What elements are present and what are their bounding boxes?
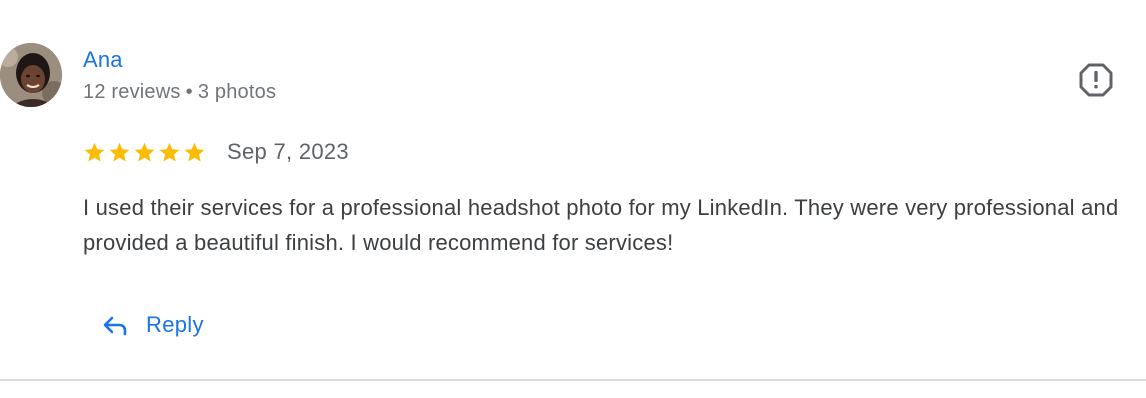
review-card: Ana 12 reviews • 3 photos Sep 7, 2023 I us…	[0, 0, 1146, 398]
rating-row: Sep 7, 2023	[83, 138, 349, 166]
star-icon	[184, 142, 205, 162]
star-icon	[134, 142, 155, 162]
photo-count[interactable]: 3 photos	[198, 81, 276, 103]
reply-arrow-icon	[103, 316, 127, 336]
report-flag-button[interactable]	[1078, 62, 1114, 98]
star-icon	[159, 142, 180, 162]
star-rating	[83, 141, 206, 164]
report-flag-icon	[1079, 63, 1113, 97]
reply-button[interactable]: Reply	[96, 302, 208, 348]
divider	[0, 379, 1146, 381]
review-text: I used their services for a professional…	[83, 195, 1119, 255]
avatar-image	[0, 43, 62, 107]
meta-separator: •	[185, 81, 193, 103]
author-name[interactable]: Ana	[83, 47, 123, 73]
review-date: Sep 7, 2023	[227, 139, 349, 164]
review-count[interactable]: 12 reviews	[83, 81, 181, 103]
star-icon	[109, 142, 130, 162]
star-icon	[84, 142, 105, 162]
reply-label: Reply	[146, 312, 204, 337]
avatar[interactable]	[0, 43, 62, 107]
author-meta: 12 reviews • 3 photos	[83, 81, 276, 104]
